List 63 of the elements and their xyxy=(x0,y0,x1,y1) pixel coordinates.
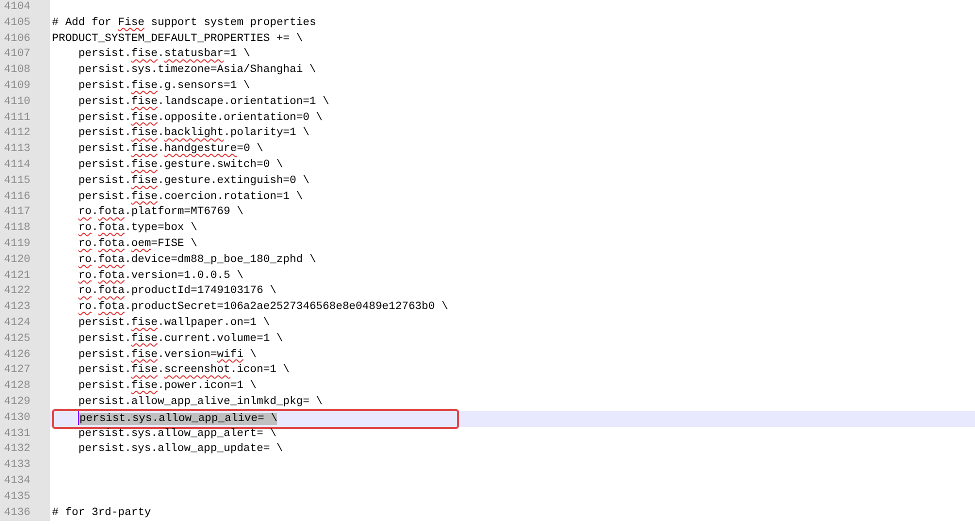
line-number: 4134 xyxy=(0,474,50,490)
line-number: 4133 xyxy=(0,458,50,474)
line-number: 4128 xyxy=(0,379,50,395)
line-number: 4118 xyxy=(0,221,50,237)
line-number: 4115 xyxy=(0,174,50,190)
line-number: 4129 xyxy=(0,394,50,411)
code-line: persist.fise.current.volume=1 \ xyxy=(78,332,284,345)
code-editor[interactable] xyxy=(0,0,975,524)
code-line: # Add for Fise support system properties xyxy=(52,16,316,29)
line-number: 4126 xyxy=(0,348,50,364)
line-number: 4131 xyxy=(0,426,50,442)
line-number: 4121 xyxy=(0,268,50,284)
line-number: 4119 xyxy=(0,236,50,253)
text-cursor xyxy=(78,410,80,425)
code-line: ro.fota.platform=MT6769 \ xyxy=(78,206,244,218)
line-number: 4106 xyxy=(0,32,50,48)
code-line: persist.fise.opposite.orientation=0 \ xyxy=(78,112,323,124)
line-number: 4108 xyxy=(0,63,50,79)
line-number: 4117 xyxy=(0,205,50,222)
line-number: 4113 xyxy=(0,142,50,158)
line-number: 4135 xyxy=(0,490,50,506)
code-line: PRODUCT_SYSTEM_DEFAULT_PROPERTIES += \ xyxy=(52,32,303,45)
line-number: 4110 xyxy=(0,94,50,111)
line-number: 4116 xyxy=(0,190,50,206)
code-line: persist.allow_app_alive_inlmkd_pkg= \ xyxy=(78,396,323,408)
code-line: ro.fota.version=1.0.0.5 \ xyxy=(78,270,244,282)
line-number: 4127 xyxy=(0,363,50,380)
line-number: 4114 xyxy=(0,158,50,174)
line-number: 4120 xyxy=(0,252,50,269)
code-line: persist.fise.gesture.switch=0 \ xyxy=(78,158,284,171)
code-line: persist.fise.version=wifi \ xyxy=(78,348,257,361)
code-line: persist.fise.power.icon=1 \ xyxy=(78,380,257,392)
code-line: persist.fise.gesture.extinguish=0 \ xyxy=(78,174,310,187)
code-line: persist.fise.wallpaper.on=1 \ xyxy=(78,316,270,329)
code-line: ro.fota.type=box \ xyxy=(78,222,198,234)
code-line: persist.fise.handgesture=0 \ xyxy=(78,143,264,156)
code-line: ro.fota.productSecret=106a2ae2527346568e8e0489e12763b0 \ xyxy=(78,301,448,314)
line-number: 4132 xyxy=(0,442,50,458)
line-number: 4104 xyxy=(0,0,50,16)
code-line: persist.fise.coercion.rotation=1 \ xyxy=(78,190,303,203)
code-line: persist.fise.statusbar=1 \ xyxy=(78,48,250,60)
line-number: 4125 xyxy=(0,332,50,348)
line-number: 4122 xyxy=(0,284,50,300)
line-number: 4107 xyxy=(0,47,50,64)
code-line: # for 3rd-party xyxy=(52,506,152,518)
line-number: 4112 xyxy=(0,126,50,142)
line-number: 4124 xyxy=(0,316,50,332)
code-line: persist.sys.allow_app_update= \ xyxy=(78,443,284,456)
code-line: persist.sys.timezone=Asia/Shanghai \ xyxy=(78,64,316,76)
code-line: persist.fise.g.sensors=1 \ xyxy=(78,80,250,92)
code-line: ro.fota.oem=FISE \ xyxy=(78,238,198,250)
line-number: 4130 xyxy=(0,410,50,427)
line-number: 4123 xyxy=(0,300,50,316)
line-number: 4109 xyxy=(0,78,50,95)
code-line: persist.sys.allow_app_alert= \ xyxy=(78,428,276,440)
code-line: ro.fota.device=dm88_p_boe_180_zphd \ xyxy=(78,254,316,266)
code-line: persist.fise.backlight.polarity=1 \ xyxy=(78,127,310,140)
line-number: 4111 xyxy=(0,110,50,126)
code-line: persist.fise.screenshot.icon=1 \ xyxy=(78,364,290,376)
line-number: 4136 xyxy=(0,506,50,522)
line-number: 4105 xyxy=(0,16,50,32)
code-line: ro.fota.productId=1749103176 \ xyxy=(78,285,276,298)
code-line: persist.fise.landscape.orientation=1 \ xyxy=(78,96,330,108)
